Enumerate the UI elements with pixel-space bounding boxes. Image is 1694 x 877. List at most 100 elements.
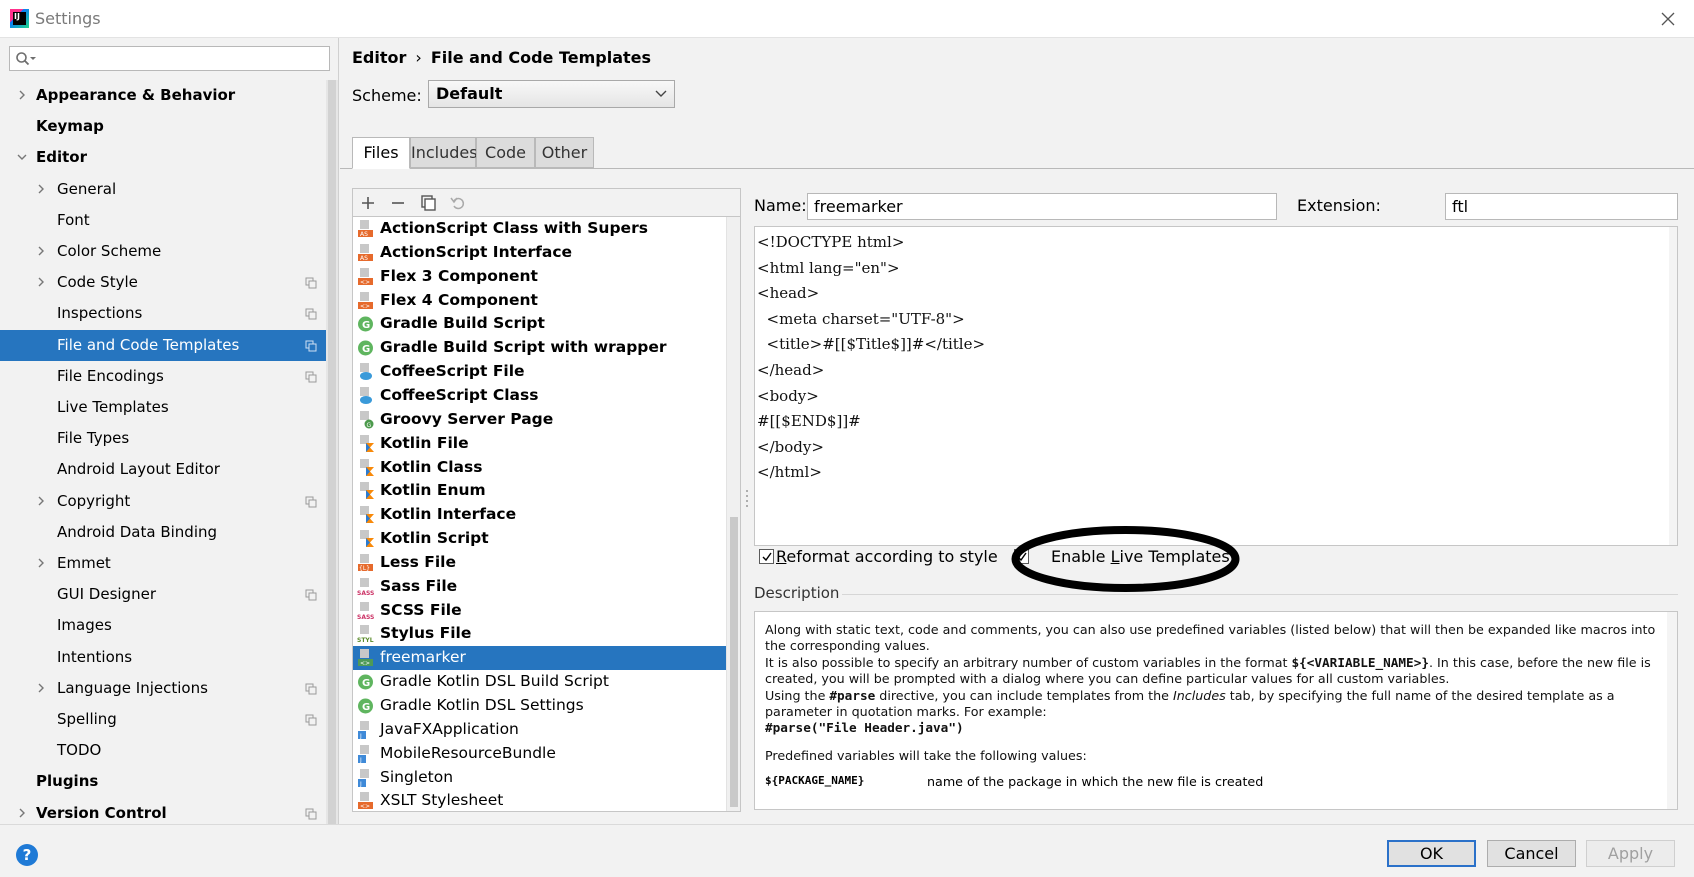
description-p4: Predefined variables will take the follo… [765, 747, 1087, 763]
code-line: <html lang="en"> [757, 258, 900, 277]
sidebar-item-images[interactable]: Images [0, 610, 326, 641]
template-list-item[interactable]: SASS SCSS File [353, 599, 726, 623]
scheme-dropdown[interactable]: Default [428, 80, 675, 108]
chevron-right-icon[interactable] [16, 89, 28, 101]
sidebar-item-appearance-behavior[interactable]: Appearance & Behavior [0, 80, 326, 111]
template-list-item[interactable]: G Gradle Build Script [353, 312, 726, 336]
reformat-label[interactable]: Reformat according to style [776, 547, 998, 566]
template-list-item[interactable]: Kotlin Class [353, 456, 726, 480]
template-list-item[interactable]: <> XSLT Stylesheet [353, 789, 726, 811]
description-p1: Along with static text, code and comment… [765, 622, 1656, 654]
template-list-item[interactable]: G Gradle Build Script with wrapper [353, 336, 726, 360]
sidebar-item-gui-designer[interactable]: GUI Designer [0, 579, 326, 610]
sidebar-item-inspections[interactable]: Inspections [0, 298, 326, 329]
template-list-item[interactable]: Kotlin Enum [353, 479, 726, 503]
chevron-right-icon[interactable] [35, 276, 47, 288]
template-list-item[interactable]: STYL Stylus File [353, 622, 726, 646]
sidebar-item-file-and-code-templates[interactable]: File and Code Templates [0, 329, 326, 361]
template-name: Less File [380, 552, 456, 571]
sidebar-item-plugins[interactable]: Plugins [0, 766, 326, 797]
template-code-editor[interactable]: <!DOCTYPE html> <html lang="en"> <head> <m… [754, 226, 1678, 546]
template-list-item[interactable]: G Groovy Server Page [353, 408, 726, 432]
sidebar-item-label: File Encodings [57, 366, 164, 385]
sidebar-item-font[interactable]: Font [0, 205, 326, 236]
search-icon[interactable] [15, 51, 37, 67]
template-list-item[interactable]: G Gradle Kotlin DSL Settings [353, 694, 726, 718]
sidebar-item-android-data-binding[interactable]: Android Data Binding [0, 517, 326, 548]
remove-icon[interactable] [388, 193, 408, 213]
sidebar-item-color-scheme[interactable]: Color Scheme [0, 236, 326, 267]
editor-scrollbar[interactable] [1669, 227, 1677, 545]
add-icon[interactable] [358, 193, 378, 213]
template-list-item[interactable]: CoffeeScript Class [353, 384, 726, 408]
chevron-right-icon[interactable] [16, 807, 28, 819]
template-list-item[interactable]: <> Flex 4 Component [353, 289, 726, 313]
extension-input[interactable] [1445, 193, 1678, 220]
chevron-right-icon[interactable] [35, 245, 47, 257]
template-list-item[interactable]: Kotlin File [353, 432, 726, 456]
template-list-item[interactable]: <> Flex 3 Component [353, 265, 726, 289]
template-name-input[interactable] [807, 193, 1277, 220]
sidebar-item-todo[interactable]: TODO [0, 735, 326, 766]
description-scrollbar[interactable] [1667, 612, 1677, 809]
splitter-handle[interactable] [745, 488, 749, 508]
sidebar-item-file-types[interactable]: File Types [0, 423, 326, 454]
ok-button[interactable]: OK [1387, 840, 1476, 867]
chevron-right-icon[interactable] [35, 495, 47, 507]
sidebar-item-live-templates[interactable]: Live Templates [0, 392, 326, 423]
scheme-value: Default [436, 84, 503, 103]
tab-files[interactable]: Files [352, 137, 410, 169]
template-name: SCSS File [380, 600, 462, 619]
xslt-icon: <> [358, 792, 373, 810]
reformat-checkbox[interactable] [759, 549, 774, 564]
template-list-item[interactable]: SASS Sass File [353, 575, 726, 599]
sidebar-item-intentions[interactable]: Intentions [0, 642, 326, 673]
template-list-item[interactable]: AS ActionScript Interface [353, 241, 726, 265]
chevron-right-icon[interactable] [35, 682, 47, 694]
sidebar-item-emmet[interactable]: Emmet [0, 548, 326, 579]
sidebar-item-general[interactable]: General [0, 174, 326, 205]
template-list-item[interactable]: CoffeeScript File [353, 360, 726, 384]
copy-icon[interactable] [418, 193, 438, 213]
sidebar-item-language-injections[interactable]: Language Injections [0, 673, 326, 704]
tab-includes[interactable]: Includes [410, 137, 478, 168]
template-name: ActionScript Class with Supers [380, 219, 648, 237]
template-list-item[interactable]: Kotlin Interface [353, 503, 726, 527]
template-list-item[interactable]: <> freemarker [353, 646, 726, 671]
code-line: #[[$END$]]# [757, 412, 861, 431]
template-list-item[interactable]: J JavaFXApplication [353, 718, 726, 742]
sidebar-item-file-encodings[interactable]: File Encodings [0, 361, 326, 392]
search-input[interactable] [9, 46, 330, 71]
reset-icon[interactable] [448, 193, 468, 213]
template-list-item[interactable]: AS ActionScript Class with Supers [353, 217, 726, 241]
sidebar-item-copyright[interactable]: Copyright [0, 486, 326, 517]
tab-code[interactable]: Code [476, 137, 535, 168]
chevron-right-icon[interactable] [35, 183, 47, 195]
chevron-right-icon[interactable] [35, 557, 47, 569]
apply-button[interactable]: Apply [1586, 840, 1675, 867]
sidebar-item-label: GUI Designer [57, 585, 156, 604]
sidebar-item-keymap[interactable]: Keymap [0, 111, 326, 142]
sidebar-item-editor[interactable]: Editor [0, 142, 326, 173]
template-list-item[interactable]: J MobileResourceBundle [353, 742, 726, 766]
sidebar-item-label: Images [57, 616, 112, 635]
sidebar-item-android-layout-editor[interactable]: Android Layout Editor [0, 454, 326, 485]
cancel-button[interactable]: Cancel [1487, 840, 1576, 867]
sidebar-item-code-style[interactable]: Code Style [0, 267, 326, 298]
svg-text:G: G [362, 702, 370, 713]
sidebar-item-label: Android Layout Editor [57, 460, 220, 479]
template-list-scrollbar[interactable] [726, 217, 740, 811]
template-list-item[interactable]: {L} Less File [353, 551, 726, 575]
project-scope-icon [305, 277, 317, 289]
project-scope-icon [305, 371, 317, 383]
close-icon[interactable] [1656, 7, 1680, 31]
template-list-item[interactable]: Kotlin Script [353, 527, 726, 551]
sidebar-scrollbar[interactable] [326, 80, 338, 824]
tab-other[interactable]: Other [535, 137, 594, 168]
help-icon[interactable]: ? [16, 844, 38, 866]
template-list-toolbar [353, 189, 740, 217]
sidebar-item-spelling[interactable]: Spelling [0, 704, 326, 735]
template-list-item[interactable]: G Gradle Kotlin DSL Build Script [353, 670, 726, 694]
template-list-item[interactable]: J Singleton [353, 766, 726, 790]
chevron-down-icon[interactable] [16, 151, 28, 163]
